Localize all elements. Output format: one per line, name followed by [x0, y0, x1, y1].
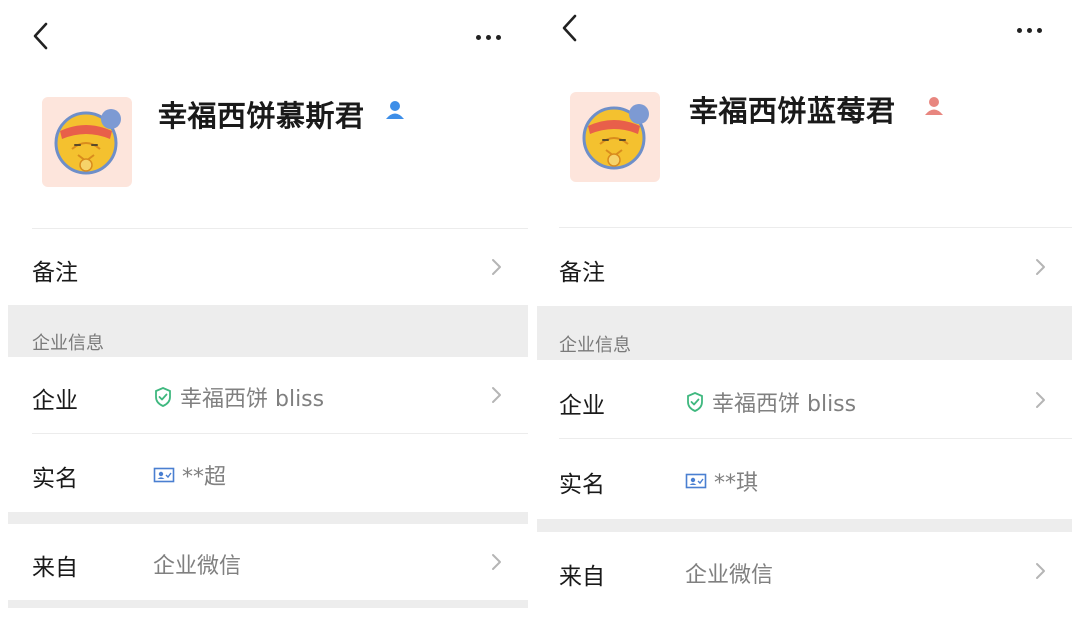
source-row[interactable]: 来自 企业微信	[8, 524, 528, 600]
remark-label: 备注	[559, 260, 605, 286]
realname-text: **超	[182, 465, 227, 490]
realname-row: 实名 **琪	[537, 439, 1072, 519]
back-arrow-icon[interactable]	[555, 10, 585, 46]
male-user-icon	[386, 101, 404, 119]
section-header: 企业信息	[8, 305, 528, 357]
realname-value: **琪	[685, 465, 758, 497]
avatar[interactable]	[570, 92, 660, 182]
source-value: 企业微信	[153, 554, 242, 579]
profile-panel-left: 幸福西饼慕斯君 备注 企业信息 企业 幸福西饼 bliss 实名 **超 来自 …	[8, 0, 528, 617]
profile-name: 幸福西饼蓝莓君	[689, 94, 896, 128]
remark-row[interactable]: 备注	[537, 228, 1072, 306]
chevron-right-icon	[492, 387, 501, 403]
company-value: 幸福西饼 bliss	[685, 386, 856, 418]
section-separator	[537, 519, 1072, 532]
realname-value: **超	[153, 459, 226, 491]
section-separator	[8, 512, 528, 524]
chevron-right-icon	[492, 554, 501, 570]
section-title: 企业信息	[559, 335, 631, 356]
company-label: 企业	[559, 393, 605, 419]
remark-row[interactable]: 备注	[8, 229, 528, 305]
company-row[interactable]: 企业 幸福西饼 bliss	[537, 360, 1072, 438]
realname-label: 实名	[32, 466, 78, 492]
source-label: 来自	[559, 564, 605, 590]
chevron-right-icon	[1036, 392, 1045, 408]
source-value: 企业微信	[685, 563, 774, 588]
verified-shield-icon	[155, 387, 171, 407]
source-label: 来自	[32, 555, 78, 581]
chevron-right-icon	[1036, 259, 1045, 275]
company-value: 幸福西饼 bliss	[153, 381, 324, 413]
id-card-icon	[153, 467, 175, 483]
chevron-right-icon	[492, 259, 501, 275]
chevron-right-icon	[1036, 563, 1045, 579]
profile-panel-right: 幸福西饼蓝莓君 备注 企业信息 企业 幸福西饼 bliss 实名 **琪 来自 …	[537, 0, 1072, 617]
verified-shield-icon	[687, 392, 703, 412]
company-name: 幸福西饼 bliss	[712, 392, 857, 417]
realname-label: 实名	[559, 472, 605, 498]
female-user-icon	[925, 97, 943, 115]
id-card-icon	[685, 473, 707, 489]
section-header: 企业信息	[537, 306, 1072, 360]
company-label: 企业	[32, 388, 78, 414]
profile-name: 幸福西饼慕斯君	[158, 99, 365, 133]
company-name: 幸福西饼 bliss	[180, 387, 325, 412]
company-row[interactable]: 企业 幸福西饼 bliss	[8, 357, 528, 433]
bottom-band	[8, 600, 528, 608]
section-title: 企业信息	[32, 333, 104, 354]
back-arrow-icon[interactable]	[26, 18, 56, 54]
avatar[interactable]	[42, 97, 132, 187]
remark-label: 备注	[32, 260, 78, 286]
source-row[interactable]: 来自 企业微信	[537, 532, 1072, 612]
more-options-button[interactable]	[1017, 20, 1057, 40]
realname-row: 实名 **超	[8, 434, 528, 512]
more-options-button[interactable]	[476, 27, 516, 47]
realname-text: **琪	[714, 471, 759, 496]
